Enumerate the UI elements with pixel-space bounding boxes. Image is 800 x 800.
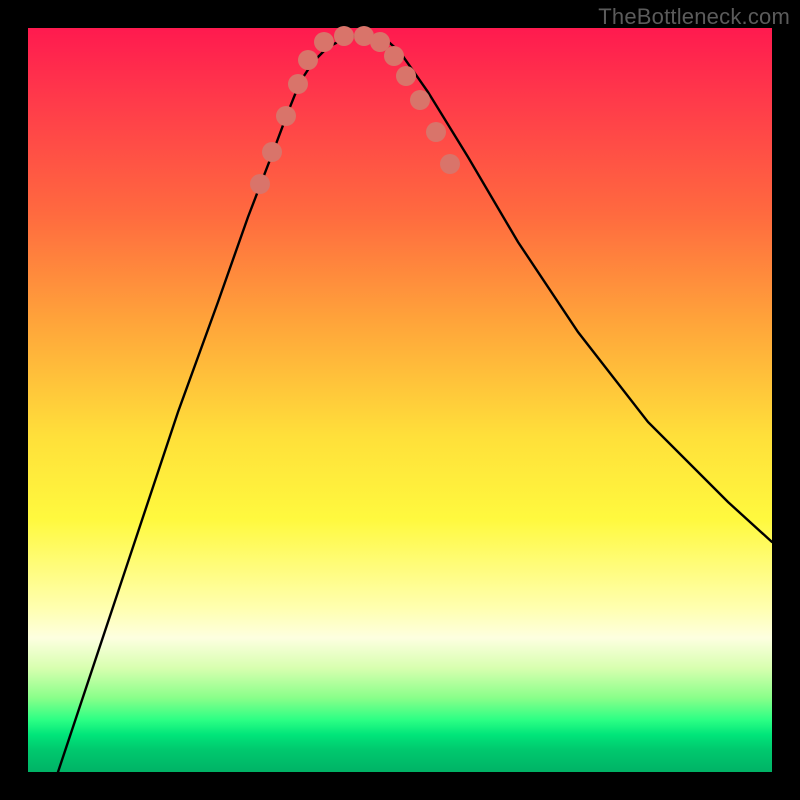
plot-area: [28, 28, 772, 772]
marker-dot: [288, 74, 308, 94]
marker-dot: [384, 46, 404, 66]
marker-dot: [334, 26, 354, 46]
marker-dot: [314, 32, 334, 52]
marker-dot: [440, 154, 460, 174]
marker-dot: [262, 142, 282, 162]
highlight-cluster: [250, 26, 460, 194]
marker-dot: [426, 122, 446, 142]
watermark-text: TheBottleneck.com: [598, 4, 790, 30]
bottleneck-curve: [58, 34, 772, 772]
chart-svg: [28, 28, 772, 772]
marker-dot: [396, 66, 416, 86]
marker-dot: [298, 50, 318, 70]
marker-dot: [410, 90, 430, 110]
marker-dot: [250, 174, 270, 194]
marker-dot: [276, 106, 296, 126]
